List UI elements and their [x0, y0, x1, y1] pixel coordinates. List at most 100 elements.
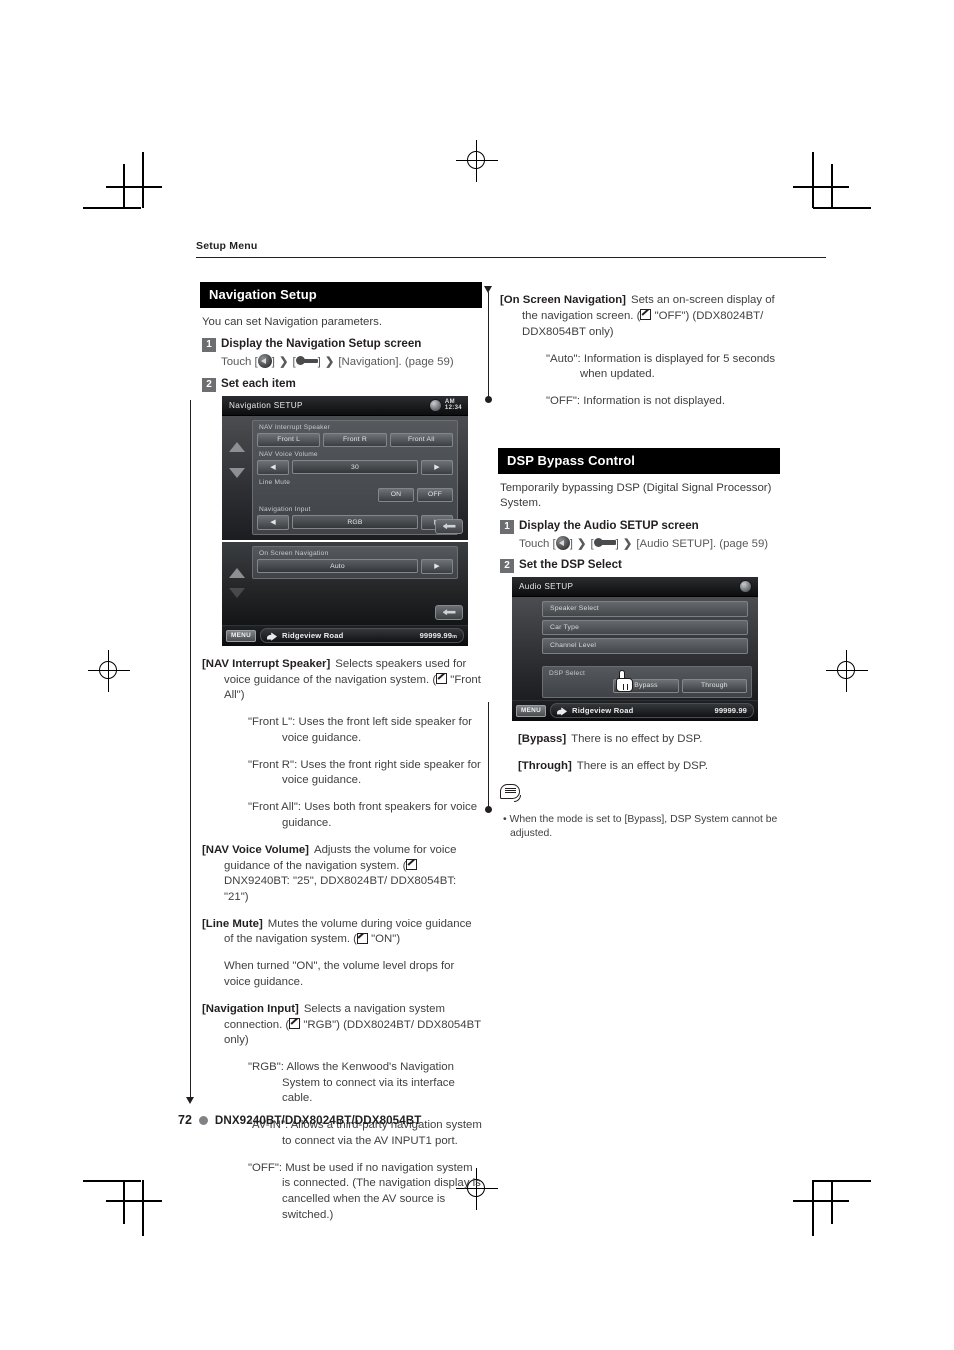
- front-all-button[interactable]: Front All: [389, 432, 453, 447]
- front-l-button[interactable]: Front L: [257, 432, 321, 447]
- crop-mark-bottom-left-h: [106, 1200, 162, 1202]
- dsp-step-1-title: Display the Audio SETUP screen: [519, 518, 699, 532]
- pointing-hand-cursor: [616, 670, 633, 693]
- flow-dot-right-bottom: [485, 806, 492, 813]
- through-button[interactable]: Through: [681, 678, 747, 693]
- flow-arrow-left-end: [186, 1097, 194, 1104]
- dsp-select-buttons: Bypass Through: [547, 678, 747, 693]
- nav-input-prev-button[interactable]: ◀: [257, 514, 289, 530]
- globe-icon[interactable]: [428, 398, 442, 412]
- device-clock: AM 12:34: [445, 399, 462, 411]
- audio-setup-controls: Speaker Select Car Type Channel Level DS…: [512, 597, 758, 700]
- setup-tool-icon: [295, 355, 318, 366]
- scroll-down-arrow[interactable]: [229, 467, 245, 478]
- route-distance: 99999.99m: [419, 631, 457, 641]
- def-sub-off: "OFF": Must be used if no navigation sys…: [248, 1161, 481, 1221]
- nav-voice-volume-controls: ◀ 30 ▶: [257, 459, 453, 475]
- crop-mark-bottom-right-h: [793, 1200, 849, 1202]
- volume-decrease-button[interactable]: ◀: [257, 459, 289, 475]
- footer-bullet-icon: [198, 1115, 208, 1125]
- line-mute-on-button[interactable]: ON: [378, 487, 414, 502]
- registration-mark-right: [826, 650, 868, 692]
- chevron-right-icon-4: ❯: [622, 537, 633, 550]
- on-screen-navigation-value: Auto: [257, 559, 418, 574]
- def-term-nav-interrupt-speaker: [NAV Interrupt Speaker]: [202, 658, 331, 671]
- front-r-button[interactable]: Front R: [323, 432, 387, 447]
- device-title-text: Navigation SETUP: [229, 400, 303, 410]
- def-default-line-mute: "ON"): [371, 933, 401, 946]
- def-term-bypass: [Bypass]: [518, 732, 567, 745]
- clock-time: 12:34: [444, 405, 462, 412]
- section-title-navigation-setup: Navigation Setup: [200, 282, 482, 308]
- flow-guide-right-top: [488, 292, 490, 398]
- dsp-step-1-target-label: [Audio SETUP]. (page 59): [636, 537, 769, 550]
- step-2-title: Set each item: [221, 376, 296, 390]
- def-sub-off-osn: "OFF": Information is not displayed.: [546, 395, 726, 408]
- route-name: Ridgeview Road: [282, 631, 344, 641]
- scroll-up-arrow-2[interactable]: [229, 567, 245, 578]
- route-distance-2: 99999.99: [714, 706, 747, 716]
- line-mute-controls: ON OFF: [257, 487, 453, 502]
- audio-setup-status-cluster: [739, 580, 752, 594]
- car-type-button[interactable]: Car Type: [542, 619, 748, 636]
- def-through: [Through] There is an effect by DSP.: [518, 759, 780, 775]
- def-default-nav-voice-volume: DNX9240BT: "25", DDX8024BT/ DDX8054BT: "…: [224, 875, 457, 903]
- dsp-bypass-intro: Temporarily bypassing DSP (Digital Signa…: [500, 482, 772, 510]
- def-sub-auto: "Auto": Information is displayed for 5 s…: [546, 352, 776, 381]
- default-setting-pen-icon-3: [356, 932, 368, 944]
- navigation-setup-intro: You can set Navigation parameters.: [202, 316, 383, 328]
- line-mute-label: Line Mute: [259, 478, 291, 486]
- step-2-set-each-item: 2 Set each item: [202, 377, 482, 392]
- scroll-down-arrow-2[interactable]: [229, 587, 245, 598]
- def-sub-front-l: "Front L": Uses the front left side spea…: [248, 716, 472, 744]
- navigation-setup-device-screenshot: Navigation SETUP AM 12:34 NAV Interrupt …: [222, 395, 468, 646]
- menu-button-2[interactable]: MENU: [516, 704, 547, 717]
- dsp-step-1-touch-instruction: Touch [] ❯ [] ❯ [Audio SETUP]. (page 59): [519, 535, 769, 550]
- on-screen-navigation-next-button[interactable]: ▶: [421, 558, 453, 574]
- turn-right-arrow-icon-2: [557, 707, 568, 716]
- def-desc-bypass: There is no effect by DSP.: [571, 732, 703, 745]
- volume-increase-button[interactable]: ▶: [421, 459, 453, 475]
- scroll-up-arrow[interactable]: [229, 441, 245, 452]
- navigation-setup-panel-lower: On Screen Navigation Auto ▶ MENU Ridgevi…: [222, 539, 468, 646]
- nav-input-value: RGB: [292, 515, 418, 530]
- def-term-on-screen-navigation: [On Screen Navigation]: [500, 294, 626, 307]
- chevron-right-icon-2: ❯: [324, 356, 335, 369]
- turn-right-arrow-icon: [267, 632, 278, 641]
- distance-unit: m: [452, 634, 457, 641]
- back-button[interactable]: [435, 518, 463, 534]
- menu-button[interactable]: MENU: [226, 629, 257, 642]
- def-line-mute-extra: When turned "ON", the volume level drops…: [224, 960, 455, 988]
- line-mute-off-button[interactable]: OFF: [417, 487, 453, 502]
- step-2-set-dsp-select: 2 Set the DSP Select: [500, 558, 780, 574]
- device-status-cluster: AM 12:34: [428, 398, 462, 412]
- note-item-1: • When the mode is set to [Bypass], DSP …: [503, 813, 778, 839]
- def-term-through: [Through]: [518, 759, 572, 772]
- speaker-select-button[interactable]: Speaker Select: [542, 601, 748, 617]
- step-1-display-navigation-setup: 1 Display the Navigation Setup screen: [202, 337, 482, 353]
- crop-mark-bottom-right-v: [812, 1180, 814, 1236]
- def-sub-front-r: "Front R": Uses the front right side spe…: [248, 758, 481, 787]
- crop-mark-bottom-right-outer-h: [813, 1180, 871, 1182]
- def-term-line-mute: [Line Mute]: [202, 917, 263, 930]
- on-screen-navigation-controls: On Screen Navigation Auto ▶: [222, 541, 468, 625]
- crop-mark-top-right-v: [812, 152, 814, 208]
- on-screen-navigation-row: Auto ▶: [257, 558, 453, 574]
- dsp-step-number-2: 2: [500, 559, 514, 574]
- channel-level-button[interactable]: Channel Level: [542, 638, 748, 654]
- nav-interrupt-speaker-label: NAV Interrupt Speaker: [259, 423, 331, 431]
- step-number-2: 2: [202, 377, 216, 392]
- registration-mark-left: [88, 650, 130, 692]
- globe-icon-2[interactable]: [739, 580, 752, 594]
- back-button-2[interactable]: [435, 604, 463, 620]
- def-line-mute: [Line Mute] Mutes the volume during voice…: [202, 917, 482, 948]
- dsp-step-2-title: Set the DSP Select: [519, 558, 622, 572]
- running-head: Setup Menu: [196, 240, 258, 252]
- dsp-step-number-1: 1: [500, 519, 514, 534]
- on-screen-navigation-label: On Screen Navigation: [259, 549, 329, 557]
- dsp-select-group: DSP Select Bypass Through: [542, 665, 752, 698]
- default-setting-pen-icon-5: [640, 309, 652, 321]
- nav-interrupt-speaker-buttons: Front L Front R Front All: [257, 432, 453, 447]
- crop-mark-top-left-outer-v: [123, 164, 125, 208]
